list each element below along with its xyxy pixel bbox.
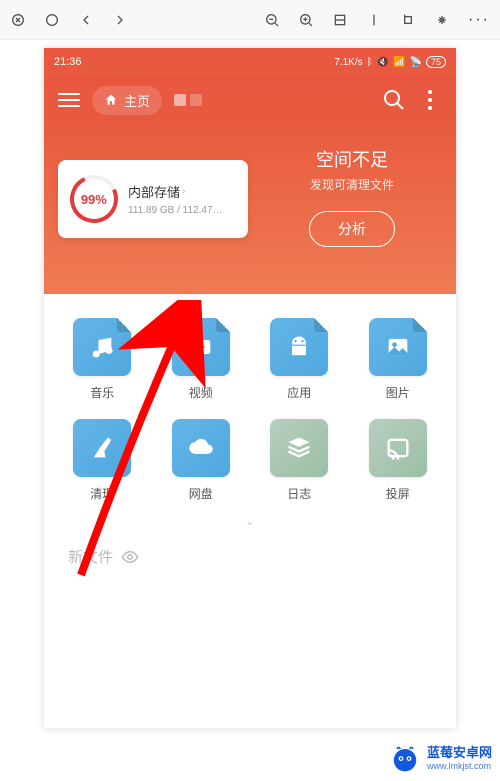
grid-item-label: 投屏	[386, 485, 410, 502]
grid-item-label: 网盘	[189, 485, 213, 502]
grid-item-video[interactable]: 视频	[157, 318, 246, 401]
video-icon	[172, 318, 230, 376]
storage-banner: 99% 内部存储 › 111.89 GB / 112.47… 空间不足 发现可清…	[44, 124, 456, 294]
storage-sub: 111.89 GB / 112.47…	[128, 205, 236, 216]
percent-ring: 99%	[63, 168, 125, 230]
grid-item-broom[interactable]: 清理	[58, 419, 147, 502]
menu-icon[interactable]	[58, 89, 80, 111]
grid-item-music[interactable]: 音乐	[58, 318, 147, 401]
category-grid: 音乐 视频 应用 图片 清理 网盘 日志 投屏	[44, 294, 456, 510]
mascot-icon	[389, 741, 421, 773]
status-time: 21:36	[54, 56, 82, 68]
app-more-icon[interactable]	[418, 88, 442, 112]
chevron-right-icon: ›	[182, 186, 185, 197]
sparkle-icon[interactable]	[434, 12, 450, 28]
zoom-out-icon[interactable]	[264, 12, 280, 28]
home-tab[interactable]: 主页	[92, 86, 162, 115]
grid-item-cloud[interactable]: 网盘	[157, 419, 246, 502]
chevron-down-icon[interactable]: ⌄	[44, 510, 456, 532]
forward-icon[interactable]	[112, 12, 128, 28]
grid-item-label: 图片	[386, 384, 410, 401]
grid-item-cast[interactable]: 投屏	[354, 419, 443, 502]
image-icon	[369, 318, 427, 376]
watermark-name: 蓝莓安卓网	[427, 742, 492, 761]
divider-icon	[366, 12, 382, 28]
app-header: 主页	[44, 76, 456, 124]
cloud-icon	[172, 419, 230, 477]
rotate-icon[interactable]	[400, 12, 416, 28]
home-tab-label: 主页	[124, 91, 150, 110]
android-icon	[270, 318, 328, 376]
network-speed: 7.1K/s	[334, 57, 362, 68]
mute-icon: 🔇	[377, 57, 389, 68]
music-icon	[73, 318, 131, 376]
broom-icon	[73, 419, 131, 477]
grid-item-label: 视频	[189, 384, 213, 401]
storage-card[interactable]: 99% 内部存储 › 111.89 GB / 112.47…	[58, 160, 248, 238]
stack-icon	[270, 419, 328, 477]
grid-item-label: 应用	[287, 384, 311, 401]
space-sub: 发现可清理文件	[262, 176, 442, 193]
more-icon[interactable]: ···	[468, 11, 490, 29]
browser-toolbar: ···	[0, 0, 500, 40]
storage-percent: 99%	[81, 192, 107, 207]
fit-icon[interactable]	[332, 12, 348, 28]
close-icon[interactable]	[10, 12, 26, 28]
new-file-section[interactable]: 新文件	[44, 532, 456, 581]
grid-item-android[interactable]: 应用	[255, 318, 344, 401]
grid-item-label: 清理	[90, 485, 114, 502]
wifi-icon: 📡	[410, 57, 422, 68]
back-icon[interactable]	[78, 12, 94, 28]
eye-icon	[121, 548, 139, 566]
stop-icon[interactable]	[44, 12, 60, 28]
tab-indicators[interactable]	[174, 94, 202, 106]
storage-title: 内部存储	[128, 182, 180, 201]
grid-item-stack[interactable]: 日志	[255, 419, 344, 502]
cast-icon	[369, 419, 427, 477]
zoom-in-icon[interactable]	[298, 12, 314, 28]
grid-item-image[interactable]: 图片	[354, 318, 443, 401]
new-file-label: 新文件	[68, 546, 113, 567]
search-icon[interactable]	[382, 88, 406, 112]
phone-frame: 21:36 7.1K/s ᛒ 🔇 📶 📡 75 主页 99%	[44, 48, 456, 728]
watermark: 蓝莓安卓网 www.lmkjst.com	[389, 741, 492, 773]
bluetooth-icon: ᛒ	[367, 57, 373, 68]
watermark-url: www.lmkjst.com	[427, 761, 491, 771]
home-icon	[104, 93, 118, 107]
grid-item-label: 音乐	[90, 384, 114, 401]
grid-item-label: 日志	[287, 485, 311, 502]
battery-icon: 75	[426, 56, 446, 68]
space-title: 空间不足	[262, 146, 442, 172]
status-bar: 21:36 7.1K/s ᛒ 🔇 📶 📡 75	[44, 48, 456, 76]
signal-icon: 📶	[393, 57, 405, 68]
analyze-button[interactable]: 分析	[309, 211, 395, 247]
